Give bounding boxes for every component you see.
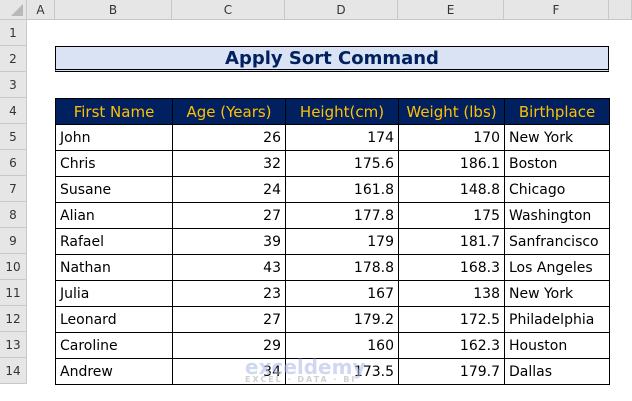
table-cell[interactable]: Rafael bbox=[55, 228, 173, 255]
table-cell[interactable]: Julia bbox=[55, 280, 173, 307]
table-cell[interactable]: 167 bbox=[285, 280, 399, 307]
row-header-8[interactable]: 8 bbox=[0, 202, 27, 228]
column-heading[interactable]: First Name bbox=[55, 98, 173, 125]
table-cell[interactable]: Philadelphia bbox=[504, 306, 610, 333]
table-cell[interactable]: Houston bbox=[504, 332, 610, 359]
exceldemy-watermark: exceldemy EXCEL · DATA · BI bbox=[245, 355, 366, 384]
row-header-11[interactable]: 11 bbox=[0, 280, 27, 306]
row-header-2[interactable]: 2 bbox=[0, 46, 27, 72]
table-cell[interactable]: 179.7 bbox=[398, 358, 505, 385]
table-cell[interactable]: 179 bbox=[285, 228, 399, 255]
table-cell[interactable]: 186.1 bbox=[398, 150, 505, 177]
row-header-14[interactable]: 14 bbox=[0, 358, 27, 384]
table-cell[interactable]: John bbox=[55, 124, 173, 151]
table-cell[interactable]: 23 bbox=[172, 280, 286, 307]
table-cell[interactable]: 174 bbox=[285, 124, 399, 151]
table-cell[interactable]: 138 bbox=[398, 280, 505, 307]
table-row: Julia 23 167 138 New York bbox=[55, 280, 610, 307]
data-table: First Name Age (Years) Height(cm) Weight (l… bbox=[55, 98, 610, 385]
column-header-C[interactable]: C bbox=[172, 0, 285, 20]
table-cell[interactable]: Washington bbox=[504, 202, 610, 229]
table-cell[interactable]: Andrew bbox=[55, 358, 173, 385]
table-cell[interactable]: 178.8 bbox=[285, 254, 399, 281]
table-cell[interactable]: 27 bbox=[172, 202, 286, 229]
row-header-7[interactable]: 7 bbox=[0, 176, 27, 202]
table-cell[interactable]: 175.6 bbox=[285, 150, 399, 177]
table-cell[interactable]: 148.8 bbox=[398, 176, 505, 203]
column-heading[interactable]: Birthplace bbox=[504, 98, 610, 125]
table-cell[interactable]: 24 bbox=[172, 176, 286, 203]
table-cell[interactable]: 39 bbox=[172, 228, 286, 255]
table-cell[interactable]: Los Angeles bbox=[504, 254, 610, 281]
table-cell[interactable]: Sanfrancisco bbox=[504, 228, 610, 255]
table-cell[interactable]: 168.3 bbox=[398, 254, 505, 281]
table-cell[interactable]: 172.5 bbox=[398, 306, 505, 333]
table-cell[interactable]: 26 bbox=[172, 124, 286, 151]
table-cell[interactable]: Leonard bbox=[55, 306, 173, 333]
column-header-D[interactable]: D bbox=[285, 0, 398, 20]
select-all-button[interactable] bbox=[0, 0, 27, 20]
table-cell[interactable]: Chicago bbox=[504, 176, 610, 203]
column-header-G[interactable] bbox=[609, 0, 632, 20]
table-cell[interactable]: 43 bbox=[172, 254, 286, 281]
table-row: John 26 174 170 New York bbox=[55, 124, 610, 151]
table-cell[interactable]: 170 bbox=[398, 124, 505, 151]
table-row: Susane 24 161.8 148.8 Chicago bbox=[55, 176, 610, 203]
column-header-F[interactable]: F bbox=[504, 0, 609, 20]
table-row: Nathan 43 178.8 168.3 Los Angeles bbox=[55, 254, 610, 281]
table-cell[interactable]: 181.7 bbox=[398, 228, 505, 255]
row-header-4[interactable]: 4 bbox=[0, 98, 27, 124]
column-header-E[interactable]: E bbox=[398, 0, 504, 20]
row-header-12[interactable]: 12 bbox=[0, 306, 27, 332]
table-row: Alian 27 177.8 175 Washington bbox=[55, 202, 610, 229]
row-header-10[interactable]: 10 bbox=[0, 254, 27, 280]
table-row: Leonard 27 179.2 172.5 Philadelphia bbox=[55, 306, 610, 333]
table-cell[interactable]: Boston bbox=[504, 150, 610, 177]
table-row: Rafael 39 179 181.7 Sanfrancisco bbox=[55, 228, 610, 255]
table-cell[interactable]: Nathan bbox=[55, 254, 173, 281]
column-heading[interactable]: Height(cm) bbox=[285, 98, 399, 125]
row-header-5[interactable]: 5 bbox=[0, 124, 27, 150]
table-cell[interactable]: Dallas bbox=[504, 358, 610, 385]
row-header-13[interactable]: 13 bbox=[0, 332, 27, 358]
table-cell[interactable]: Caroline bbox=[55, 332, 173, 359]
row-header-6[interactable]: 6 bbox=[0, 150, 27, 176]
row-header-1[interactable]: 1 bbox=[0, 20, 27, 46]
table-cell[interactable]: 161.8 bbox=[285, 176, 399, 203]
row-header-3[interactable]: 3 bbox=[0, 72, 27, 98]
table-cell[interactable]: New York bbox=[504, 124, 610, 151]
table-cell[interactable]: 179.2 bbox=[285, 306, 399, 333]
column-header-B[interactable]: B bbox=[55, 0, 172, 20]
table-cell[interactable]: 175 bbox=[398, 202, 505, 229]
table-cell[interactable]: 27 bbox=[172, 306, 286, 333]
column-header-A[interactable]: A bbox=[27, 0, 55, 20]
table-cell[interactable]: 32 bbox=[172, 150, 286, 177]
table-cell[interactable]: New York bbox=[504, 280, 610, 307]
table-cell[interactable]: 177.8 bbox=[285, 202, 399, 229]
table-cell[interactable]: Susane bbox=[55, 176, 173, 203]
sheet-title: Apply Sort Command bbox=[55, 46, 609, 72]
column-heading[interactable]: Weight (lbs) bbox=[398, 98, 505, 125]
table-cell[interactable]: 162.3 bbox=[398, 332, 505, 359]
column-heading[interactable]: Age (Years) bbox=[172, 98, 286, 125]
table-cell[interactable]: Chris bbox=[55, 150, 173, 177]
table-row: Chris 32 175.6 186.1 Boston bbox=[55, 150, 610, 177]
table-cell[interactable]: Alian bbox=[55, 202, 173, 229]
row-header-9[interactable]: 9 bbox=[0, 228, 27, 254]
